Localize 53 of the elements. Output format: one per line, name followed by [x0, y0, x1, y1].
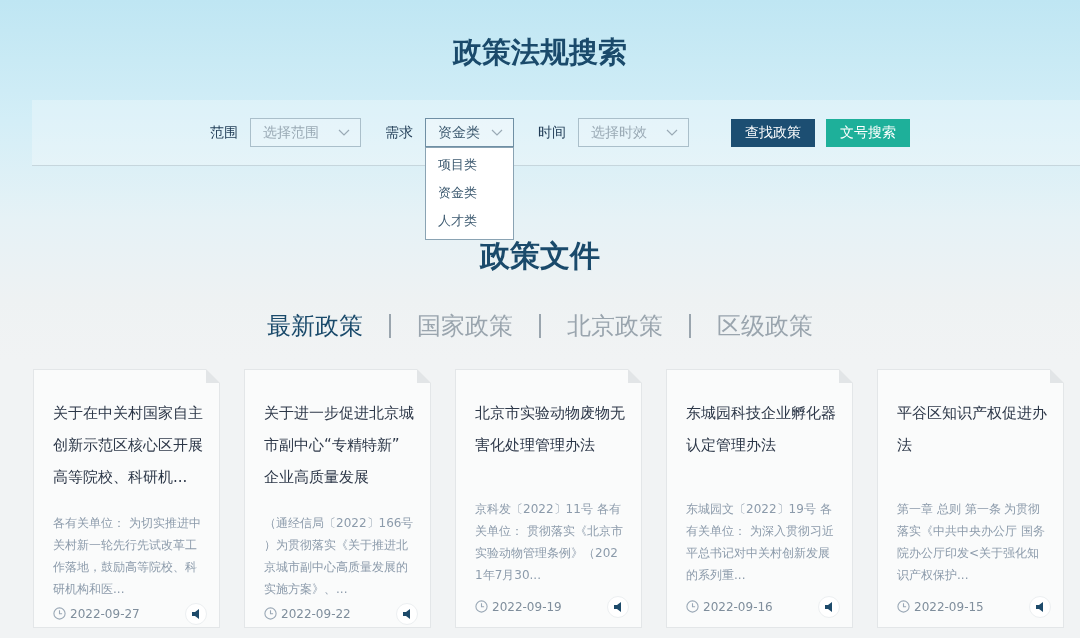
folded-corner — [206, 369, 220, 383]
speaker-button[interactable] — [818, 595, 840, 618]
chevron-down-icon — [666, 128, 678, 137]
folded-corner — [417, 369, 431, 383]
card-title: 平谷区知识产权促进办法 — [897, 403, 1047, 456]
section-title: 政策文件 — [478, 237, 601, 275]
dropdown-option[interactable]: 人才类 — [426, 207, 513, 235]
policy-card[interactable]: 关于进一步促进北京城市副中心“专精特新”企业高质量发展 （通经信局〔2022〕166号）为贯彻落实《关于推进北京城市副中心高质量发展的实施方案》、... 2022-09-22 — [244, 369, 431, 628]
card-title: 关于在中关村国家自主创新示范区核心区开展高等院校、科研机... — [53, 403, 203, 488]
speaker-icon — [614, 601, 622, 612]
clock-icon — [897, 600, 910, 613]
speaker-icon — [1036, 601, 1044, 612]
card-title: 东城园科技企业孵化器认定管理办法 — [686, 403, 836, 456]
card-summary: 京科发〔2022〕11号 各有关单位： 贯彻落实《北京市实验动物管理条例》（2021年7月30... — [475, 501, 624, 584]
dropdown-option[interactable]: 项目类 — [426, 151, 513, 179]
speaker-button[interactable] — [607, 595, 629, 618]
policy-card[interactable]: 北京市实验动物废物无害化处理管理办法 京科发〔2022〕11号 各有关单位： 贯彻落实《北京市实验动物管理条例》（2021年7月30... 2022-09-19 — [455, 369, 642, 628]
search-button[interactable]: 查找政策 — [731, 118, 815, 147]
card-summary: 各有关单位： 为切实推进中关村新一轮先行先试改革工作落地，鼓励高等院校、科研机构和医... — [53, 515, 202, 598]
card-summary: 东城园文〔2022〕19号 各有关单位： 为深入贯彻习近平总书记对中关村创新发展的系列重... — [686, 501, 835, 584]
clock-icon — [686, 600, 699, 613]
card-summary: （通经信局〔2022〕166号）为贯彻落实《关于推进北京城市副中心高质量发展的实施方案》、... — [264, 515, 414, 598]
chevron-down-icon — [338, 128, 350, 137]
chevron-down-icon — [491, 128, 503, 137]
card-title: 北京市实验动物废物无害化处理管理办法 — [475, 403, 625, 456]
speaker-button[interactable] — [1029, 595, 1051, 618]
folded-corner — [839, 369, 853, 383]
card-title: 关于进一步促进北京城市副中心“专精特新”企业高质量发展 — [264, 403, 414, 488]
card-date: 2022-09-27 — [70, 606, 140, 621]
page-title: 政策法规搜索 — [451, 34, 628, 71]
card-date: 2022-09-15 — [914, 599, 984, 614]
dropdown-option[interactable]: 资金类 — [426, 179, 513, 207]
clock-icon — [53, 607, 66, 620]
folded-corner — [628, 369, 642, 383]
category-tab[interactable]: 最新政策 — [267, 310, 363, 342]
field-label: 时间 — [538, 123, 566, 142]
policy-card[interactable]: 平谷区知识产权促进办法 第一章 总则 第一条 为贯彻落实《中共中央办公厅 国务院办公厅印发<关于强化知识产权保护... 2022-09-15 — [877, 369, 1064, 628]
card-summary: 第一章 总则 第一条 为贯彻落实《中共中央办公厅 国务院办公厅印发<关于强化知识产权保护... — [897, 501, 1046, 584]
policy-card[interactable]: 东城园科技企业孵化器认定管理办法 东城园文〔2022〕19号 各有关单位： 为深入贯彻习近平总书记对中关村创新发展的系列重... 2022-09-16 — [666, 369, 853, 628]
speaker-icon — [192, 608, 200, 619]
field-label: 需求 — [385, 123, 413, 142]
speaker-icon — [403, 608, 411, 619]
speaker-button[interactable] — [396, 602, 418, 625]
clock-icon — [475, 600, 488, 613]
speaker-button[interactable] — [185, 602, 207, 625]
field-label: 范围 — [210, 123, 238, 142]
speaker-icon — [825, 601, 833, 612]
clock-icon — [264, 607, 277, 620]
folded-corner — [1050, 369, 1064, 383]
card-date: 2022-09-22 — [281, 606, 351, 621]
policy-card[interactable]: 关于在中关村国家自主创新示范区核心区开展高等院校、科研机... 各有关单位： 为切实推进中关村新一轮先行先试改革工作落地，鼓励高等院校、科研机构和医... 2022-09-27 — [33, 369, 220, 628]
card-date: 2022-09-16 — [703, 599, 773, 614]
card-date: 2022-09-19 — [492, 599, 562, 614]
